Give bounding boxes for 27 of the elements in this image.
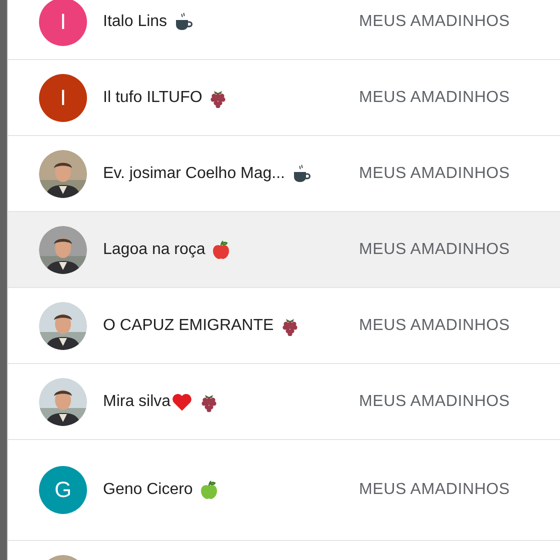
contact-name: Lagoa na roça	[103, 240, 206, 258]
contact-name: Ev. josimar Coelho Mag...	[103, 164, 285, 182]
cup-icon	[173, 12, 194, 32]
contact-name: Mira silva	[103, 392, 171, 410]
group-label[interactable]: MEUS AMADINHOS	[359, 240, 510, 258]
contact-name: Il tufo ILTUFO	[103, 88, 202, 106]
contact-name: Italo Lins	[103, 12, 168, 30]
contact-row[interactable]: Lagoa na roça MEUS AMADINHOS	[8, 212, 560, 288]
group-label[interactable]: MEUS AMADINHOS	[359, 12, 510, 30]
group-label[interactable]: MEUS AMADINHOS	[359, 164, 510, 182]
avatar: I	[39, 74, 87, 122]
group-label[interactable]: MEUS AMADINHOS	[359, 316, 510, 334]
contact-row[interactable]: I Italo Lins MEUS AMADINHOS	[8, 0, 560, 60]
avatar: I	[39, 0, 87, 46]
group-label[interactable]: MEUS AMADINHOS	[359, 481, 510, 499]
apple-icon	[198, 480, 219, 500]
cup-icon	[291, 164, 311, 184]
contact-row[interactable]: O CAPUZ EMIGRANTE MEUS AMADINHOS	[8, 288, 560, 364]
group-label[interactable]: MEUS AMADINHOS	[359, 392, 510, 410]
avatar: G	[39, 466, 87, 514]
apple-icon	[211, 240, 232, 260]
contact-row[interactable]: I Il tufo ILTUFO MEUS AMADINHOS	[8, 60, 560, 136]
contact-name: Geno Cicero	[103, 481, 193, 499]
contact-name: O CAPUZ EMIGRANTE	[103, 316, 274, 334]
contact-row[interactable]: Mira silva MEUS AMADINHOS	[8, 364, 560, 440]
contact-row[interactable]: G Geno Cicero MEUS AMADINHOS	[8, 440, 560, 541]
group-label[interactable]: MEUS AMADINHOS	[359, 88, 510, 106]
